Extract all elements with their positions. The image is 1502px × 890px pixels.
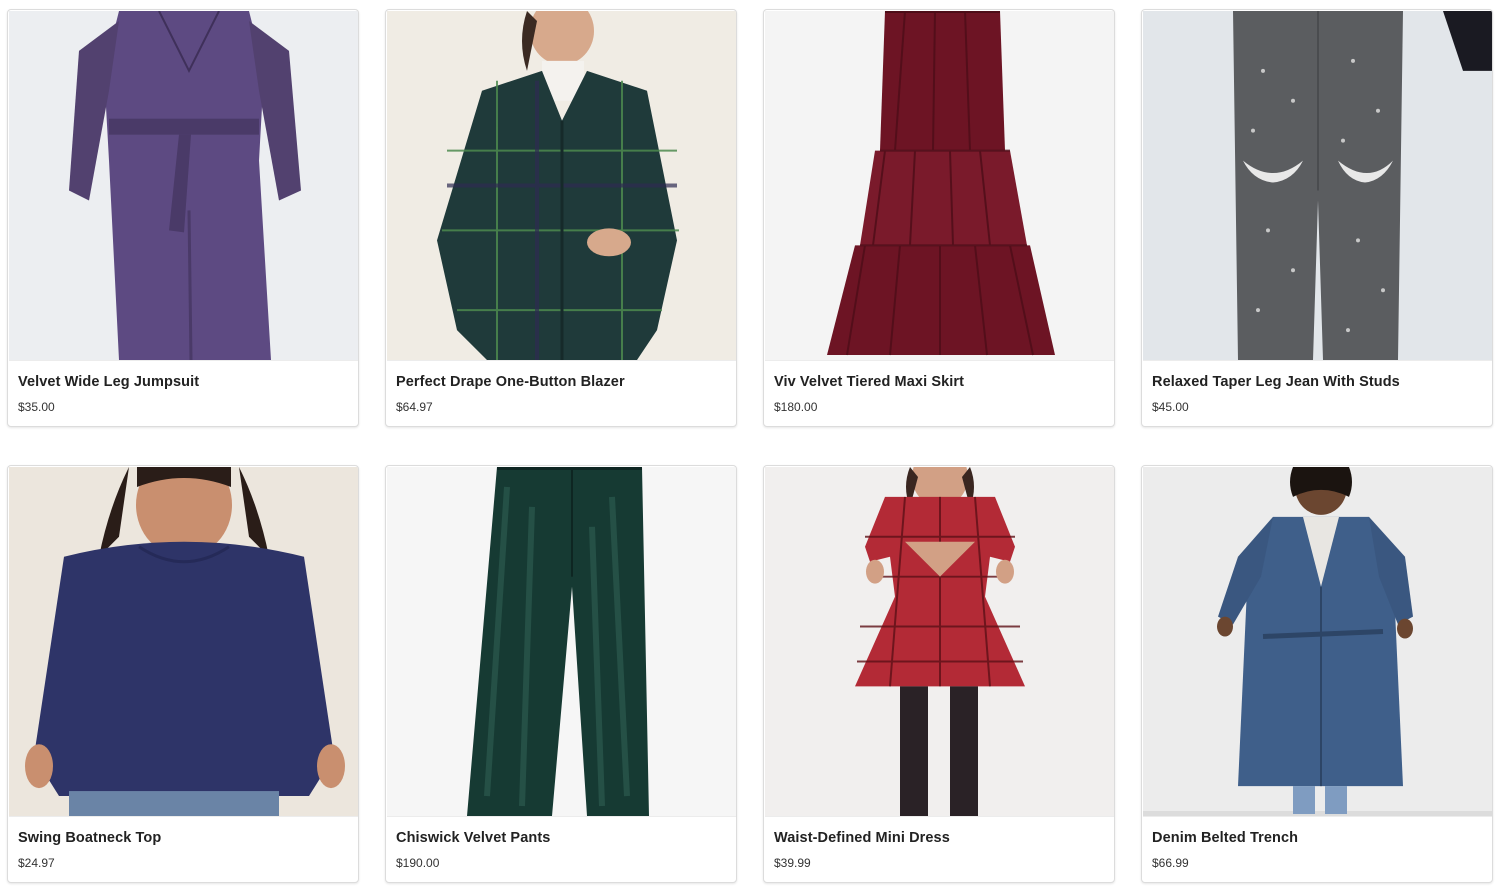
product-price: $24.97 xyxy=(18,856,55,870)
product-name[interactable]: Waist-Defined Mini Dress xyxy=(774,830,950,846)
product-price: $45.00 xyxy=(1152,400,1189,414)
product-image[interactable] xyxy=(1143,11,1492,361)
product-name[interactable]: Velvet Wide Leg Jumpsuit xyxy=(18,374,199,390)
product-card[interactable]: Waist-Defined Mini Dress $39.99 xyxy=(763,465,1115,883)
product-price: $66.99 xyxy=(1152,856,1189,870)
product-name[interactable]: Denim Belted Trench xyxy=(1152,830,1298,846)
product-price: $39.99 xyxy=(774,856,811,870)
product-image[interactable] xyxy=(9,467,358,817)
product-image[interactable] xyxy=(9,11,358,361)
product-price: $64.97 xyxy=(396,400,433,414)
product-name[interactable]: Swing Boatneck Top xyxy=(18,830,161,846)
product-name[interactable]: Chiswick Velvet Pants xyxy=(396,830,550,846)
product-image[interactable] xyxy=(387,11,736,361)
product-price: $35.00 xyxy=(18,400,55,414)
product-card[interactable]: Perfect Drape One-Button Blazer $64.97 xyxy=(385,9,737,427)
product-name[interactable]: Relaxed Taper Leg Jean With Studs xyxy=(1152,374,1400,390)
product-card[interactable]: Viv Velvet Tiered Maxi Skirt $180.00 xyxy=(763,9,1115,427)
product-image[interactable] xyxy=(765,467,1114,817)
product-card[interactable]: Velvet Wide Leg Jumpsuit $35.00 xyxy=(7,9,359,427)
product-name[interactable]: Perfect Drape One-Button Blazer xyxy=(396,374,625,390)
product-card[interactable]: Relaxed Taper Leg Jean With Studs $45.00 xyxy=(1141,9,1493,427)
product-card[interactable]: Swing Boatneck Top $24.97 xyxy=(7,465,359,883)
product-card[interactable]: Chiswick Velvet Pants $190.00 xyxy=(385,465,737,883)
product-name[interactable]: Viv Velvet Tiered Maxi Skirt xyxy=(774,374,964,390)
product-card[interactable]: Denim Belted Trench $66.99 xyxy=(1141,465,1493,883)
product-image[interactable] xyxy=(765,11,1114,361)
product-image[interactable] xyxy=(387,467,736,817)
product-image[interactable] xyxy=(1143,467,1492,817)
product-price: $180.00 xyxy=(774,400,818,414)
product-price: $190.00 xyxy=(396,856,440,870)
